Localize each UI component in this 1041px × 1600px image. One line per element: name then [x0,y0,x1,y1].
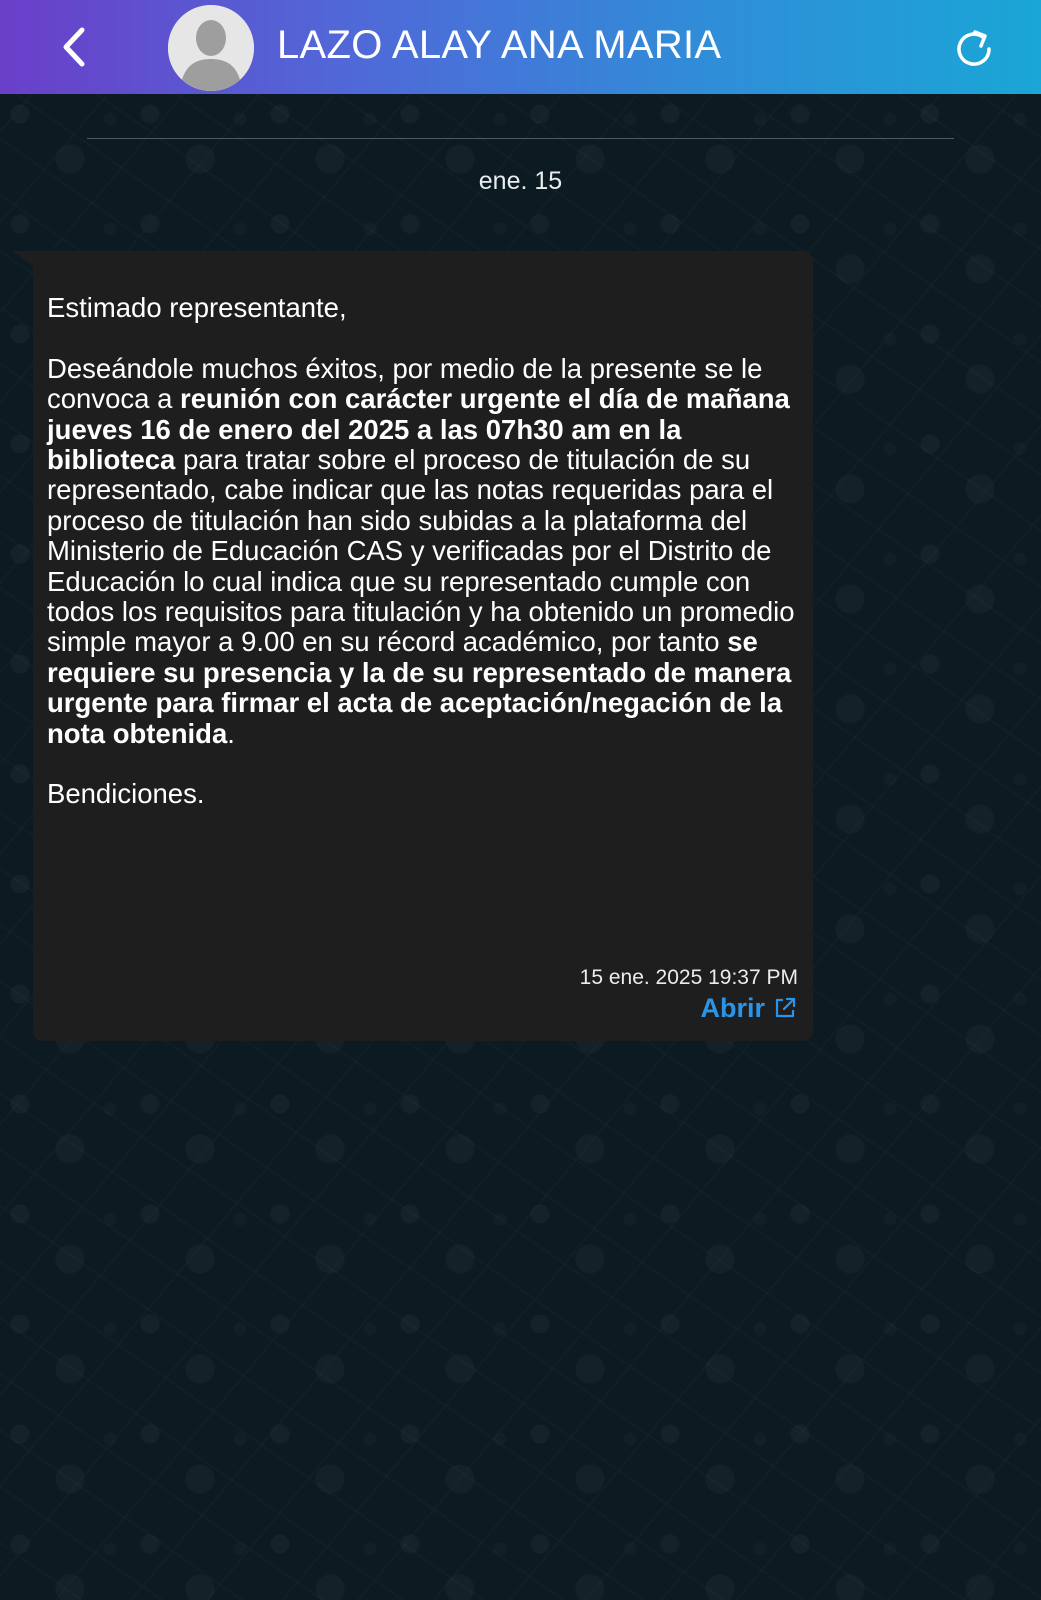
back-button[interactable] [52,22,100,72]
message-body-part-2: para tratar sobre el proceso de titulaci… [47,444,795,658]
bubble-tail [12,251,34,267]
open-link-label: Abrir [700,993,765,1023]
chevron-left-icon [63,27,85,67]
open-link-button[interactable]: Abrir [700,991,797,1025]
date-divider-label: ene. 15 [478,167,563,195]
default-avatar-icon [168,5,254,91]
external-link-icon [775,997,796,1018]
avatar[interactable] [168,5,254,91]
message-text: Estimado representante, Deseándole mucho… [47,292,807,810]
message-body-part-3: . [227,717,235,749]
chat-header: LAZO ALAY ANA MARIA [0,0,1041,94]
refresh-icon [957,30,991,66]
contact-name: LAZO ALAY ANA MARIA [277,23,722,67]
refresh-button[interactable] [950,24,998,72]
message-body: Deseándole muchos éxitos, por medio de l… [47,353,807,749]
message-closing: Bendiciones. [47,778,205,810]
date-divider-line [87,138,954,139]
message-greeting: Estimado representante, [47,292,347,323]
message-timestamp: 15 ene. 2025 19:37 PM [579,966,798,989]
message-bubble[interactable]: Estimado representante, Deseándole mucho… [33,251,813,1041]
